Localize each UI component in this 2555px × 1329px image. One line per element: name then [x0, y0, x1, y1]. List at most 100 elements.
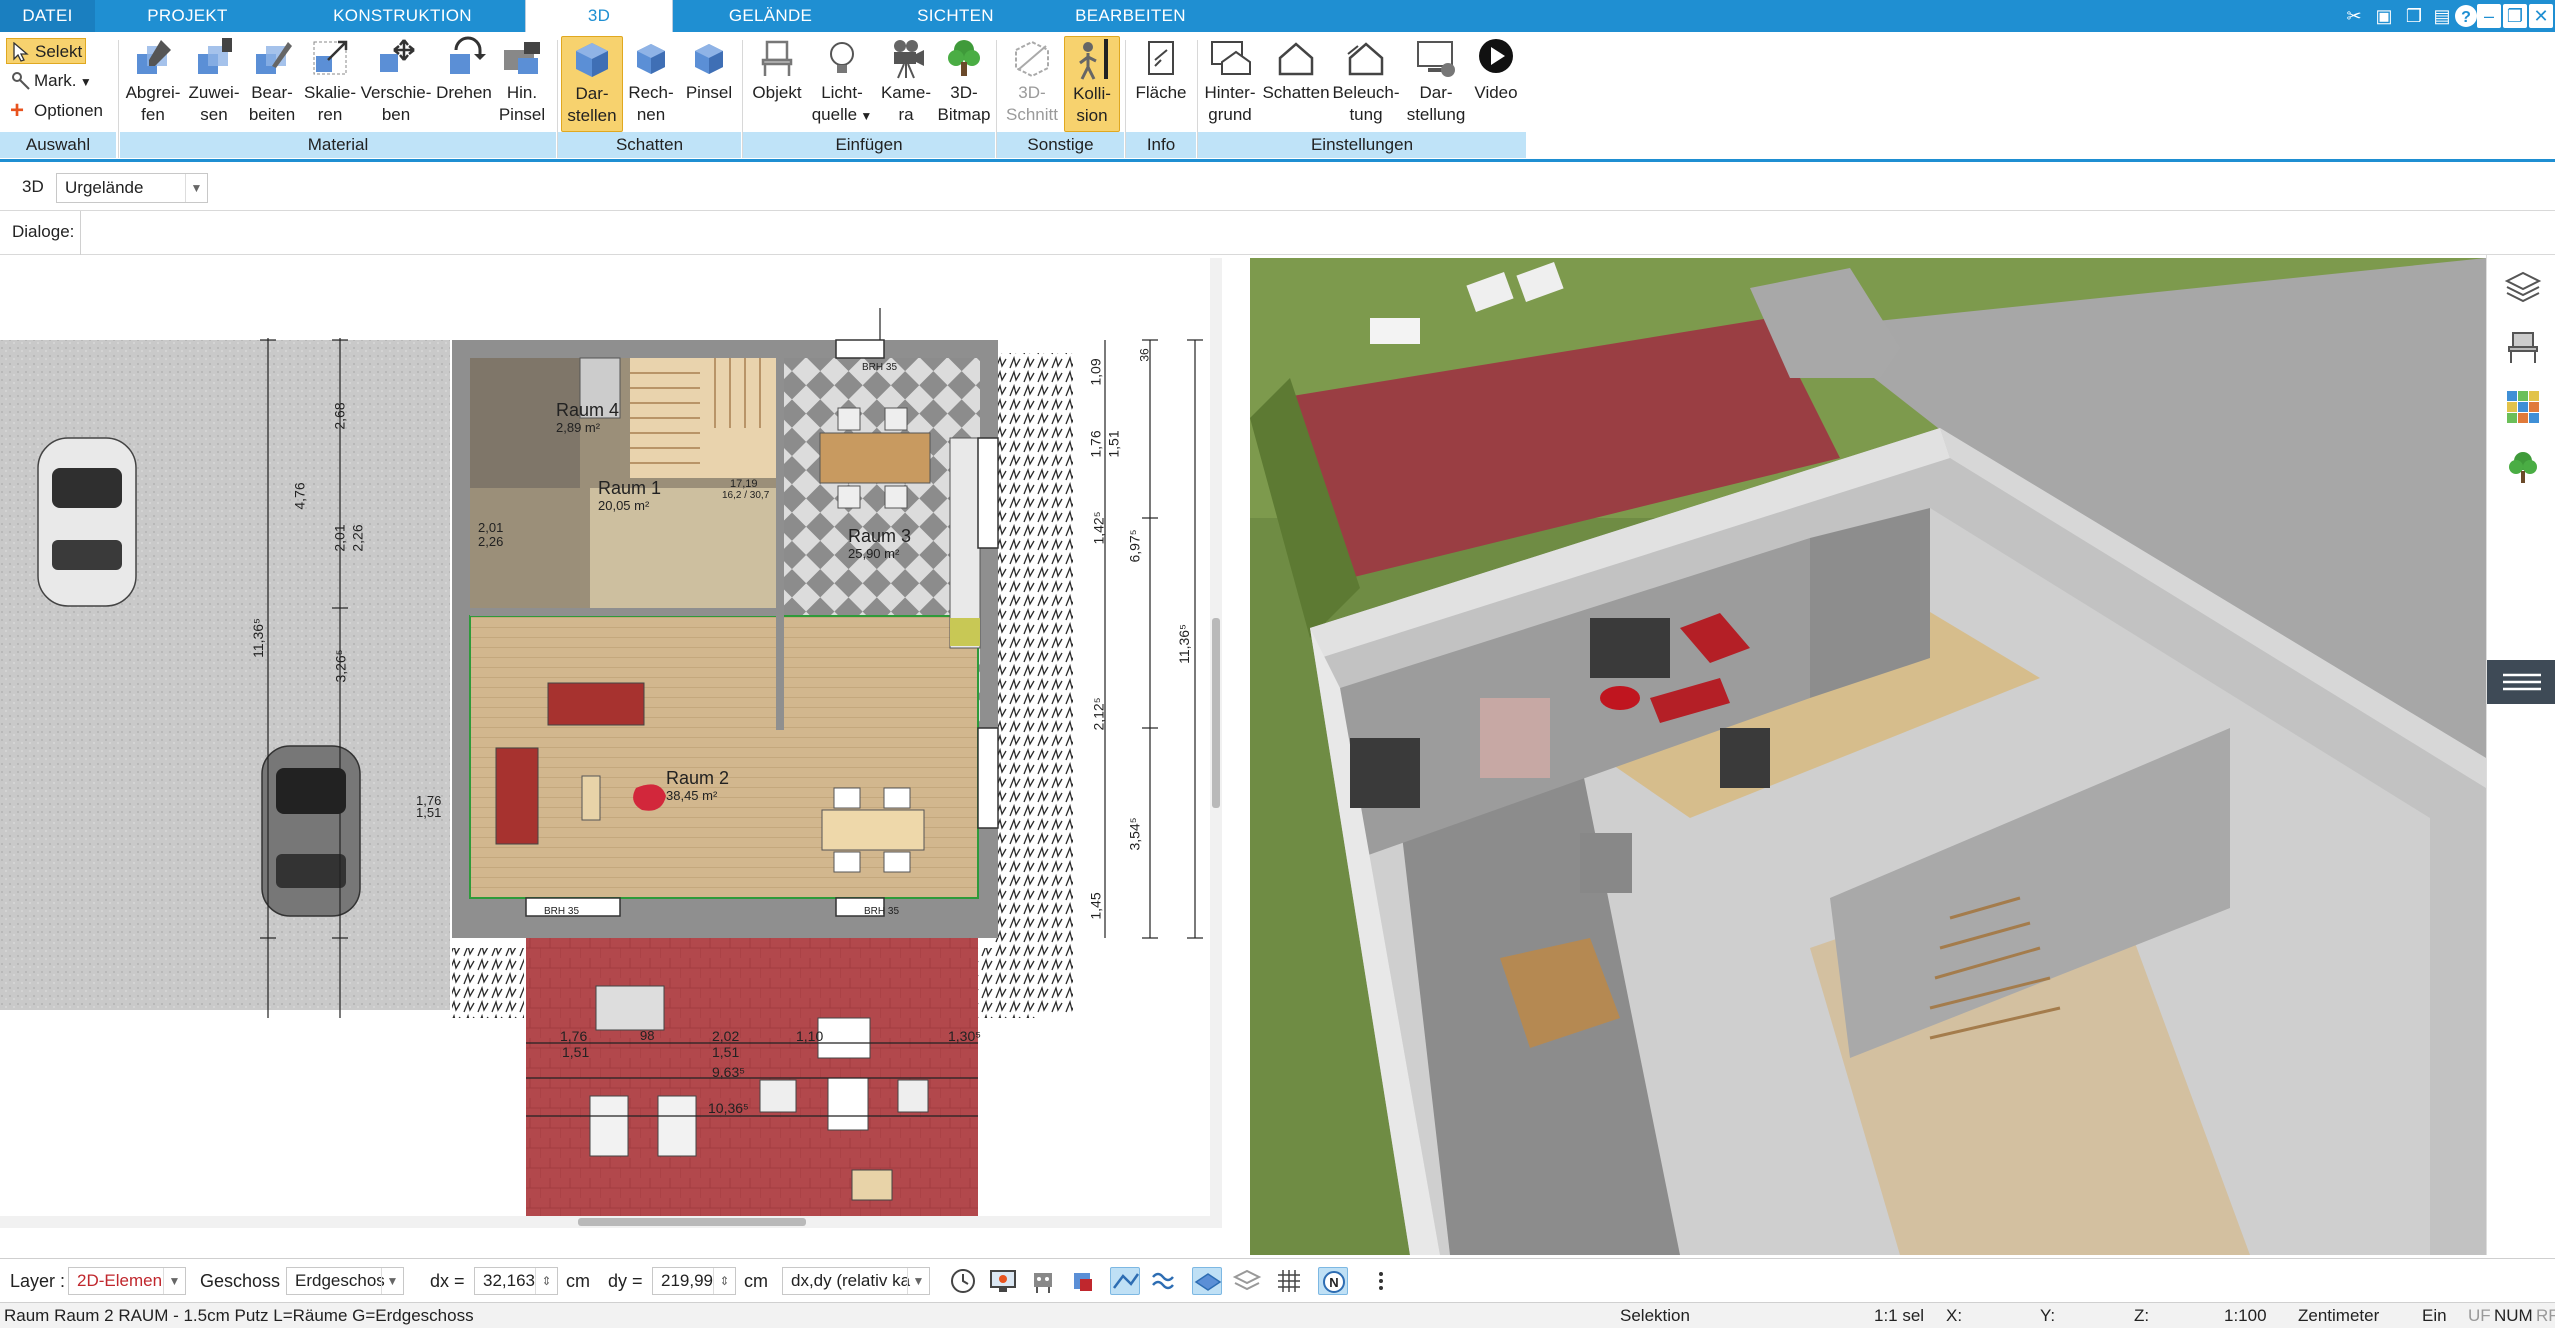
snap-icon[interactable]	[1110, 1267, 1140, 1295]
stair-label: 17,19	[730, 478, 758, 490]
shadow-brush-button[interactable]: Pinsel	[679, 36, 739, 104]
area-icon	[1148, 41, 1174, 75]
monitor-icon[interactable]	[988, 1267, 1018, 1295]
layer-label: Layer :	[10, 1271, 66, 1291]
background-icon	[1211, 41, 1251, 75]
terrain-select[interactable]: Urgelände ▼	[56, 173, 208, 203]
dim-label: 1,30⁵	[948, 1028, 982, 1044]
brh-label: BRH 35	[864, 906, 900, 917]
layers-icon[interactable]	[2503, 267, 2543, 307]
eyedropper-button[interactable]: Abgrei-fen	[120, 36, 186, 126]
north-icon[interactable]: N	[1318, 1267, 1348, 1295]
window-icon[interactable]: ❐	[2400, 3, 2428, 29]
dy-unit: cm	[744, 1271, 768, 1291]
stack-icon[interactable]	[1232, 1267, 1262, 1295]
3d-toolbar: 3D Urgelände ▼	[0, 165, 2555, 211]
options-button[interactable]: + Optionen	[6, 98, 103, 124]
group-einfuegen: Einfügen	[743, 132, 995, 158]
shadow-house-icon	[1278, 42, 1314, 76]
chevron-down-icon: ▼	[185, 174, 207, 202]
object-icon[interactable]	[1068, 1267, 1098, 1295]
brush-button[interactable]: Hin. Pinsel	[494, 36, 550, 126]
robot-icon[interactable]	[1028, 1267, 1058, 1295]
paint-cube-icon	[695, 44, 723, 74]
group-auswahl: Auswahl	[0, 132, 116, 158]
3d-section-button[interactable]: 3D- Schnitt	[1000, 36, 1064, 126]
tab-projekt[interactable]: PROJEKT	[95, 0, 280, 32]
plant-icon[interactable]	[2503, 447, 2543, 487]
tab-gelaende[interactable]: GELÄNDE	[673, 0, 868, 32]
scale-icon	[313, 40, 348, 75]
right-sidebar	[2486, 255, 2555, 1255]
group-sonstige: Sonstige	[997, 132, 1124, 158]
video-button[interactable]: Video	[1471, 36, 1521, 104]
room-label-raum2: Raum 2	[666, 768, 730, 788]
shadow-render-button[interactable]: Dar-stellen	[561, 36, 623, 132]
spinner-icon[interactable]: ⇕	[713, 1268, 735, 1294]
group-info: Info	[1126, 132, 1196, 158]
dim-label: 11,36⁵	[1175, 624, 1192, 664]
camera-icon	[894, 40, 924, 79]
room-area-raum4: 2,89 m²	[556, 420, 601, 435]
chevron-down-icon: ▼	[907, 1268, 929, 1294]
compute-cube-icon	[637, 44, 665, 74]
rotate-button[interactable]: Drehen	[434, 36, 494, 104]
tools-icon[interactable]: ✂	[2340, 3, 2368, 29]
grid-icon[interactable]	[1274, 1267, 1304, 1295]
assign-material-button[interactable]: Zuwei-sen	[186, 36, 242, 126]
waves-icon[interactable]	[1150, 1267, 1180, 1295]
coordinate-mode-select[interactable]: dx,dy (relativ ka ▼	[782, 1267, 930, 1295]
eyedropper-icon	[137, 40, 171, 74]
edit-material-button[interactable]: Bear-beiten	[242, 36, 302, 126]
3d-view[interactable]	[1250, 258, 2486, 1255]
tab-bearbeiten[interactable]: BEARBEITEN	[1043, 0, 1218, 32]
menu-tab-bar: DATEI PROJEKT KONSTRUKTION 3D GELÄNDE SI…	[0, 0, 2555, 32]
export-icon[interactable]: ▣	[2370, 3, 2398, 29]
spinner-icon[interactable]: ⇕	[535, 1268, 557, 1294]
display-button[interactable]: Dar-stellung	[1401, 36, 1471, 126]
shadow-settings-button[interactable]: Schatten	[1261, 36, 1331, 104]
lighting-button[interactable]: Beleuch-tung	[1331, 36, 1401, 126]
scale-button[interactable]: Skalie-ren	[302, 36, 358, 126]
dx-input[interactable]: 32,163 ⇕	[474, 1267, 558, 1295]
tab-datei[interactable]: DATEI	[0, 0, 95, 32]
materials-icon[interactable]	[2503, 387, 2543, 427]
edit-material-icon	[256, 42, 292, 74]
mark-button[interactable]: Mark. ▼	[6, 68, 92, 94]
insert-3d-bitmap-button[interactable]: 3D- Bitmap	[937, 36, 991, 126]
minimize-icon[interactable]: –	[2477, 4, 2501, 28]
move-button[interactable]: Verschie-ben	[358, 36, 434, 126]
area-button[interactable]: Fläche	[1130, 36, 1192, 104]
insert-light-button[interactable]: Licht-quelle ▼	[809, 36, 875, 127]
car-top-left	[37, 437, 137, 607]
status-selection: 1:1 sel	[1874, 1306, 1925, 1325]
layer-select[interactable]: 2D-Elemen ▼	[68, 1267, 186, 1295]
clock-icon[interactable]	[948, 1267, 978, 1295]
floor-select[interactable]: Erdgeschos ▼	[286, 1267, 404, 1295]
dim-label: 2,01	[331, 524, 348, 552]
dy-label: dy =	[608, 1271, 643, 1291]
chair-catalog-icon[interactable]	[2503, 327, 2543, 367]
more-options-icon[interactable]	[1366, 1267, 1396, 1295]
menu-icon[interactable]	[2487, 660, 2555, 704]
shadow-compute-button[interactable]: Rech-nen	[623, 36, 679, 126]
insert-camera-button[interactable]: Kame-ra	[875, 36, 937, 126]
floor-plan-view[interactable]: Raum 4 2,89 m² Raum 1 20,05 m² Raum 3 25…	[0, 258, 1222, 1228]
select-button[interactable]: Selekt	[6, 38, 86, 64]
dy-input[interactable]: 219,99 ⇕	[652, 1267, 736, 1295]
close-icon[interactable]: ✕	[2529, 4, 2553, 28]
status-bar: Raum Raum 2 RAUM - 1.5cm Putz L=Räume G=…	[0, 1302, 2555, 1328]
plane-icon[interactable]	[1192, 1267, 1222, 1295]
insert-object-button[interactable]: Objekt	[745, 36, 809, 104]
group-material: Material	[120, 132, 556, 158]
background-button[interactable]: Hinter-grund	[1199, 36, 1261, 126]
help-circle-icon[interactable]: ?	[2452, 3, 2480, 29]
tab-3d[interactable]: 3D	[525, 0, 673, 32]
dim-label: 1,51	[712, 1044, 740, 1060]
group-schatten: Schatten	[558, 132, 741, 158]
maximize-icon[interactable]: ❐	[2503, 4, 2527, 28]
tab-sichten[interactable]: SICHTEN	[868, 0, 1043, 32]
collision-button[interactable]: Kolli-sion	[1064, 36, 1120, 132]
display-icon	[1417, 41, 1455, 77]
tab-konstruktion[interactable]: KONSTRUKTION	[280, 0, 525, 32]
